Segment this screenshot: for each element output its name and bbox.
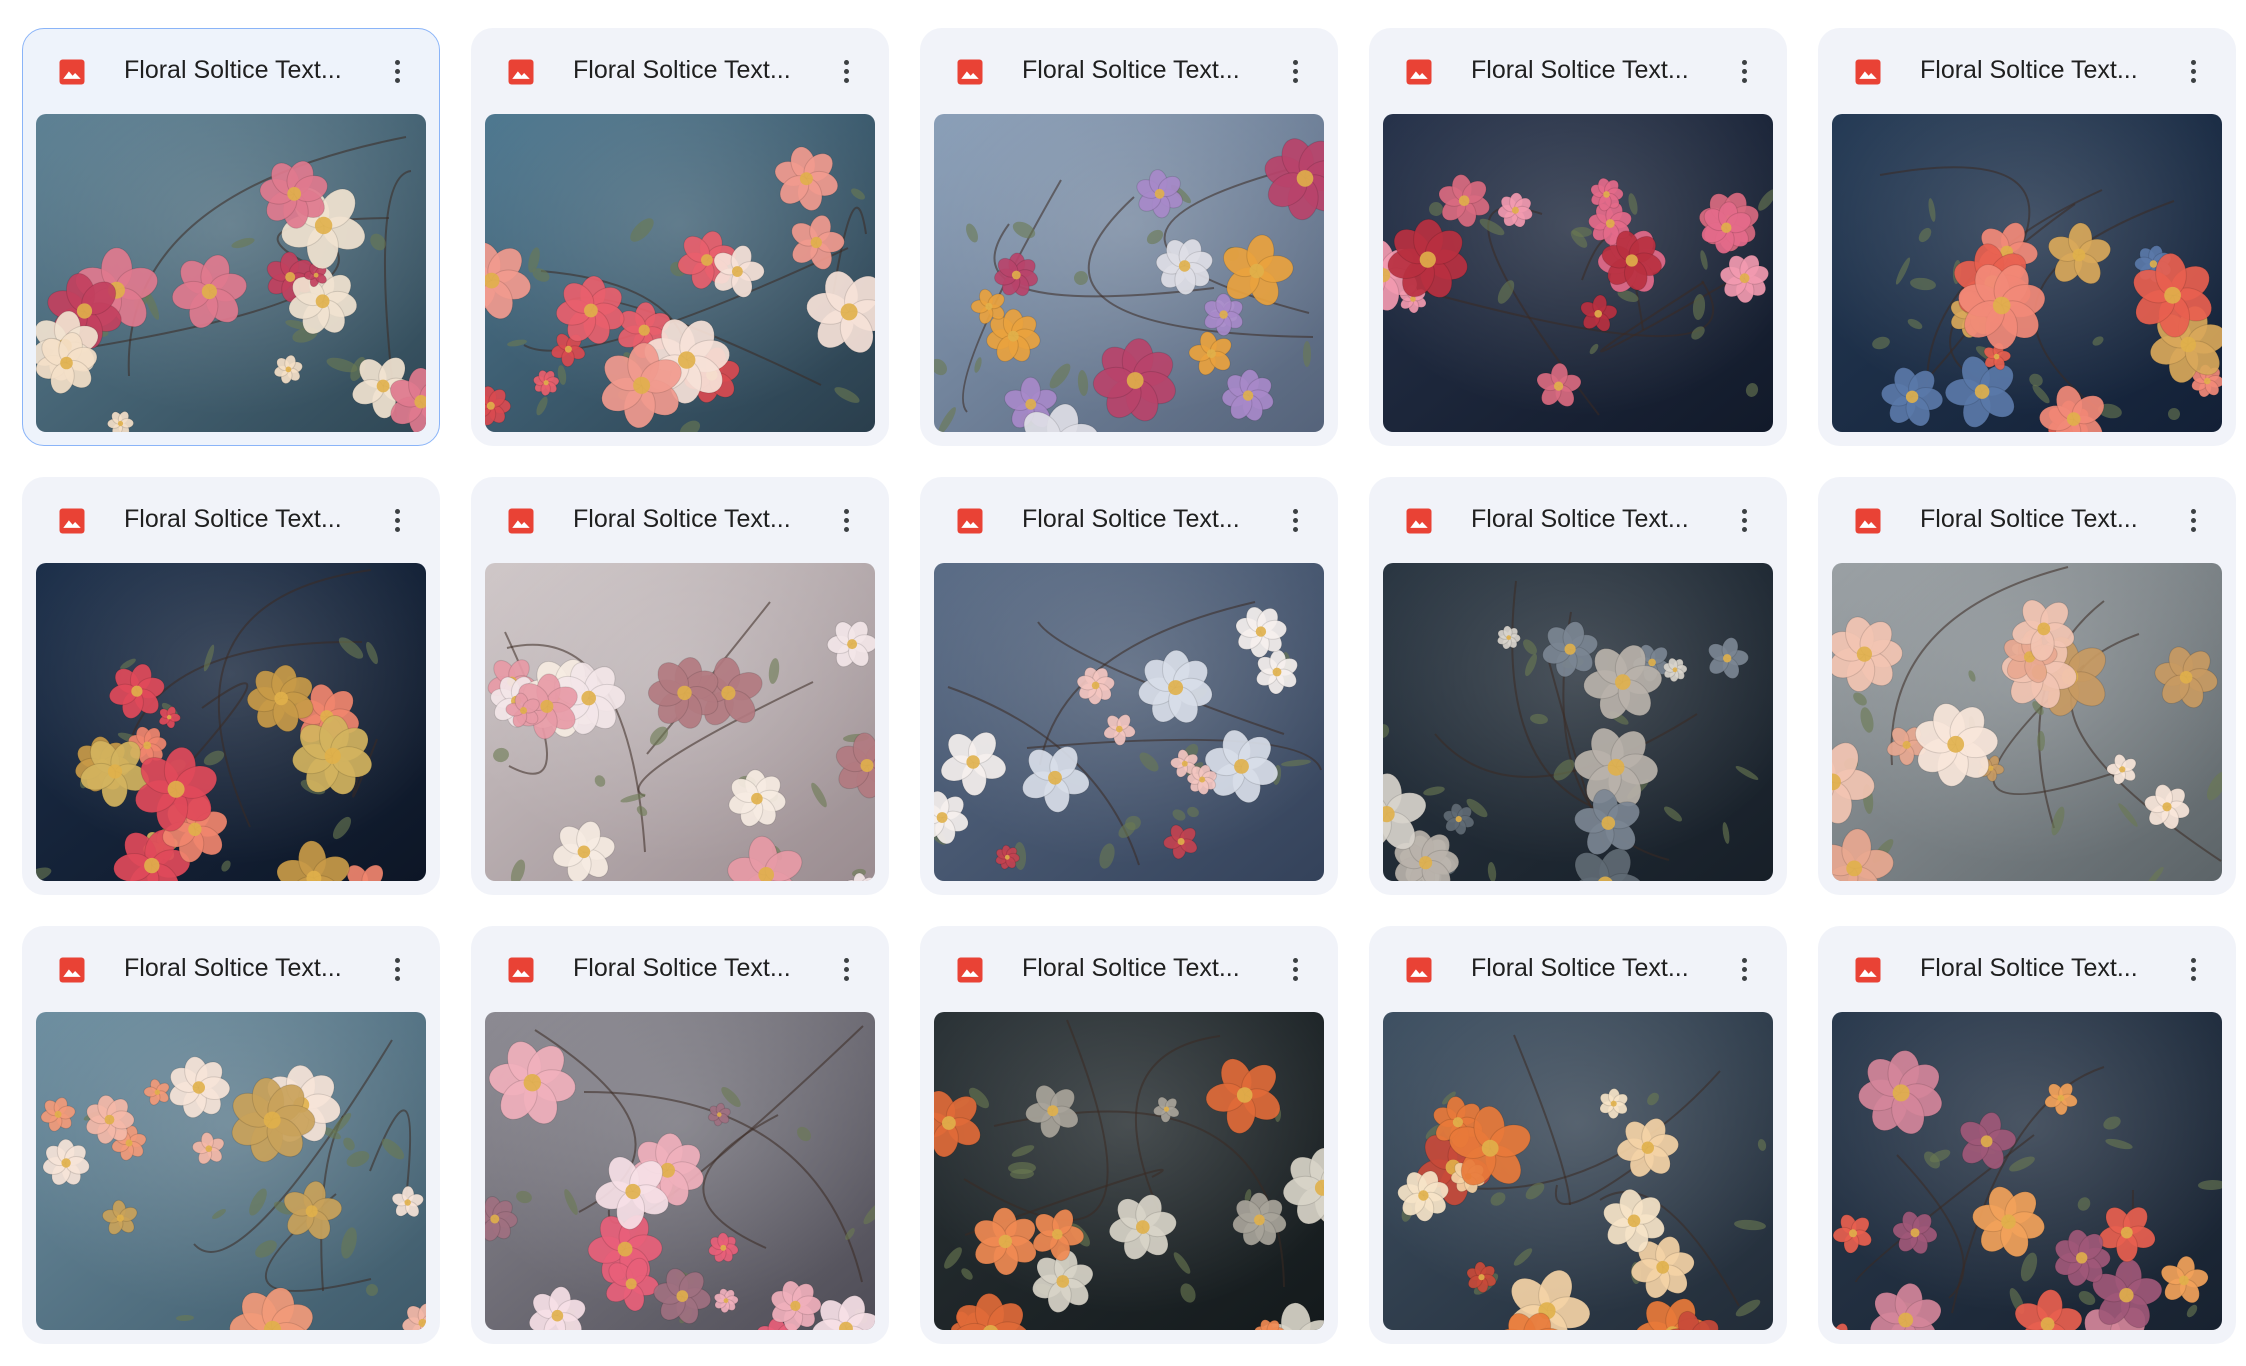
image-thumbnail[interactable] <box>1383 1012 1773 1330</box>
image-thumbnail[interactable] <box>934 563 1324 881</box>
image-thumbnail[interactable] <box>36 1012 426 1330</box>
file-card-header: Floral Soltice Text... <box>921 478 1337 562</box>
more-vert-icon[interactable] <box>2171 498 2215 542</box>
file-card-header: Floral Soltice Text... <box>472 927 888 1011</box>
file-card[interactable]: Floral Soltice Text... <box>1818 926 2236 1344</box>
file-name: Floral Soltice Text... <box>1920 505 2138 533</box>
image-thumbnail[interactable] <box>1832 1012 2222 1330</box>
more-vert-icon[interactable] <box>375 49 419 93</box>
more-vert-icon[interactable] <box>2171 49 2215 93</box>
image-thumbnail[interactable] <box>485 563 875 881</box>
image-thumbnail[interactable] <box>1383 114 1773 432</box>
file-name: Floral Soltice Text... <box>1920 954 2138 982</box>
file-card-header: Floral Soltice Text... <box>472 29 888 113</box>
file-name: Floral Soltice Text... <box>1022 954 1240 982</box>
file-name: Floral Soltice Text... <box>124 56 342 84</box>
file-card[interactable]: Floral Soltice Text... <box>1369 477 1787 895</box>
file-card-header: Floral Soltice Text... <box>1819 478 2235 562</box>
image-thumbnail[interactable] <box>485 114 875 432</box>
image-file-icon <box>1406 59 1432 85</box>
file-name: Floral Soltice Text... <box>1471 56 1689 84</box>
file-card-header: Floral Soltice Text... <box>1819 927 2235 1011</box>
file-name: Floral Soltice Text... <box>1471 954 1689 982</box>
image-file-icon <box>508 59 534 85</box>
image-file-icon <box>1406 957 1432 983</box>
file-name: Floral Soltice Text... <box>124 954 342 982</box>
more-vert-icon[interactable] <box>1273 947 1317 991</box>
file-name: Floral Soltice Text... <box>1920 56 2138 84</box>
image-thumbnail[interactable] <box>36 114 426 432</box>
file-card[interactable]: Floral Soltice Text... <box>1818 28 2236 446</box>
file-card[interactable]: Floral Soltice Text... <box>22 477 440 895</box>
image-thumbnail[interactable] <box>934 114 1324 432</box>
more-vert-icon[interactable] <box>1722 947 1766 991</box>
file-name: Floral Soltice Text... <box>573 505 791 533</box>
more-vert-icon[interactable] <box>1722 498 1766 542</box>
file-card[interactable]: Floral Soltice Text... <box>471 477 889 895</box>
file-card[interactable]: Floral Soltice Text... <box>920 28 1338 446</box>
file-card[interactable]: Floral Soltice Text... <box>22 926 440 1344</box>
more-vert-icon[interactable] <box>1722 49 1766 93</box>
file-card[interactable]: Floral Soltice Text... <box>471 28 889 446</box>
file-card-header: Floral Soltice Text... <box>23 29 439 113</box>
image-file-icon <box>957 957 983 983</box>
image-file-icon <box>508 508 534 534</box>
image-file-icon <box>1855 59 1881 85</box>
file-name: Floral Soltice Text... <box>1022 56 1240 84</box>
file-name: Floral Soltice Text... <box>1022 505 1240 533</box>
file-card-header: Floral Soltice Text... <box>921 927 1337 1011</box>
file-name: Floral Soltice Text... <box>1471 505 1689 533</box>
image-file-icon <box>1855 957 1881 983</box>
image-file-icon <box>1855 508 1881 534</box>
file-card-header: Floral Soltice Text... <box>23 927 439 1011</box>
file-card-header: Floral Soltice Text... <box>1819 29 2235 113</box>
more-vert-icon[interactable] <box>375 498 419 542</box>
file-card[interactable]: Floral Soltice Text... <box>920 477 1338 895</box>
more-vert-icon[interactable] <box>824 49 868 93</box>
file-card-header: Floral Soltice Text... <box>1370 29 1786 113</box>
file-card[interactable]: Floral Soltice Text... <box>1818 477 2236 895</box>
image-file-icon <box>957 59 983 85</box>
image-thumbnail[interactable] <box>1383 563 1773 881</box>
image-file-icon <box>508 957 534 983</box>
file-name: Floral Soltice Text... <box>573 954 791 982</box>
more-vert-icon[interactable] <box>375 947 419 991</box>
image-file-icon <box>957 508 983 534</box>
file-card-header: Floral Soltice Text... <box>1370 478 1786 562</box>
more-vert-icon[interactable] <box>824 947 868 991</box>
file-name: Floral Soltice Text... <box>124 505 342 533</box>
more-vert-icon[interactable] <box>2171 947 2215 991</box>
more-vert-icon[interactable] <box>824 498 868 542</box>
file-card-header: Floral Soltice Text... <box>1370 927 1786 1011</box>
image-thumbnail[interactable] <box>485 1012 875 1330</box>
file-card[interactable]: Floral Soltice Text... <box>471 926 889 1344</box>
file-card[interactable]: Floral Soltice Text... <box>920 926 1338 1344</box>
image-file-icon <box>59 508 85 534</box>
image-file-icon <box>59 59 85 85</box>
file-card[interactable]: Floral Soltice Text... <box>1369 926 1787 1344</box>
file-card[interactable]: Floral Soltice Text... <box>1369 28 1787 446</box>
image-file-icon <box>1406 508 1432 534</box>
image-file-icon <box>59 957 85 983</box>
file-card-header: Floral Soltice Text... <box>921 29 1337 113</box>
file-grid: Floral Soltice Text... Floral Soltice Te… <box>22 28 2236 1344</box>
image-thumbnail[interactable] <box>36 563 426 881</box>
more-vert-icon[interactable] <box>1273 498 1317 542</box>
image-thumbnail[interactable] <box>934 1012 1324 1330</box>
more-vert-icon[interactable] <box>1273 49 1317 93</box>
file-card[interactable]: Floral Soltice Text... <box>22 28 440 446</box>
file-card-header: Floral Soltice Text... <box>23 478 439 562</box>
file-card-header: Floral Soltice Text... <box>472 478 888 562</box>
file-name: Floral Soltice Text... <box>573 56 791 84</box>
image-thumbnail[interactable] <box>1832 114 2222 432</box>
image-thumbnail[interactable] <box>1832 563 2222 881</box>
